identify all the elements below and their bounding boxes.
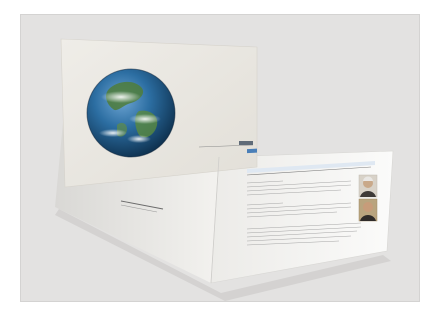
earth-globe-icon (86, 68, 176, 158)
portrait-photo-1 (358, 174, 378, 198)
brochure-photo (55, 38, 394, 301)
photo-frame (20, 14, 420, 302)
portrait-photo-2 (358, 198, 378, 222)
